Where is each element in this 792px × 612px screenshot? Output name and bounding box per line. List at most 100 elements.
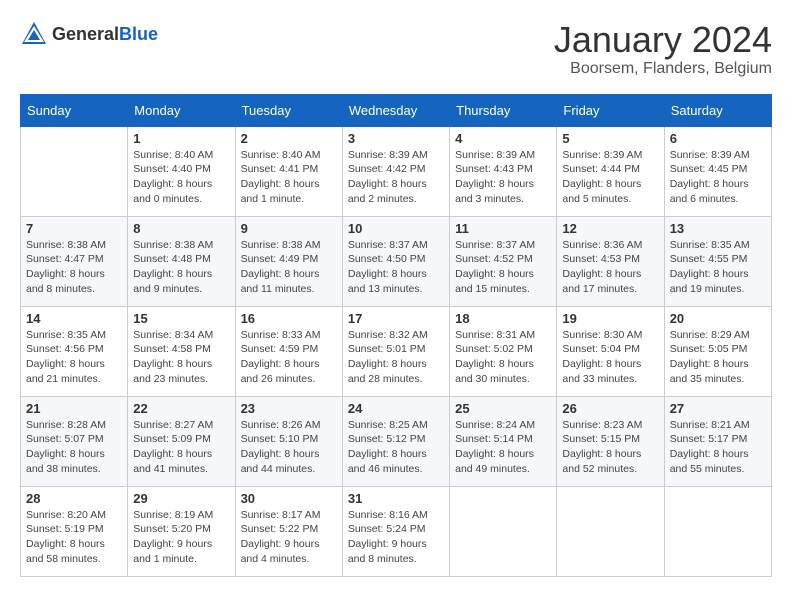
calendar-cell: 12 Sunrise: 8:36 AMSunset: 4:53 PMDayligh… — [557, 216, 664, 306]
calendar-cell: 17Sunrise: 8:32 AMSunset: 5:01 PMDayligh… — [342, 306, 449, 396]
week-row-5: 28 Sunrise: 8:20 AMSunset: 5:19 PMDayligh… — [21, 486, 772, 576]
logo-icon — [20, 20, 48, 48]
weekday-header-sunday: Sunday — [21, 94, 128, 126]
day-info: Sunrise: 8:17 AMSunset: 5:22 PMDaylight:… — [241, 508, 337, 567]
day-number: 16 — [241, 311, 337, 326]
day-info: Sunrise: 8:33 AMSunset: 4:59 PMDaylight:… — [241, 328, 337, 387]
day-number: 13 — [670, 221, 766, 236]
day-number: 23 — [241, 401, 337, 416]
day-info: Sunrise: 8:35 AMSunset: 4:56 PMDaylight:… — [26, 328, 122, 387]
day-number: 25 — [455, 401, 551, 416]
calendar-cell: 23 Sunrise: 8:26 AMSunset: 5:10 PMDayligh… — [235, 396, 342, 486]
calendar-cell: 29 Sunrise: 8:19 AMSunset: 5:20 PMDayligh… — [128, 486, 235, 576]
day-number: 24 — [348, 401, 444, 416]
day-number: 18 — [455, 311, 551, 326]
day-number: 1 — [133, 131, 229, 146]
day-info: Sunrise: 8:24 AMSunset: 5:14 PMDaylight:… — [455, 418, 551, 477]
day-number: 11 — [455, 221, 551, 236]
calendar-cell: 20 Sunrise: 8:29 AMSunset: 5:05 PMDayligh… — [664, 306, 771, 396]
calendar-cell: 31 Sunrise: 8:16 AMSunset: 5:24 PMDayligh… — [342, 486, 449, 576]
day-number: 19 — [562, 311, 658, 326]
calendar-cell — [21, 126, 128, 216]
day-info: Sunrise: 8:36 AMSunset: 4:53 PMDaylight:… — [562, 238, 658, 297]
day-info: Sunrise: 8:21 AMSunset: 5:17 PMDaylight:… — [670, 418, 766, 477]
calendar-cell: 4Sunrise: 8:39 AMSunset: 4:43 PMDaylight… — [450, 126, 557, 216]
day-number: 22 — [133, 401, 229, 416]
day-number: 7 — [26, 221, 122, 236]
calendar-cell: 6 Sunrise: 8:39 AMSunset: 4:45 PMDaylight… — [664, 126, 771, 216]
calendar-cell: 21 Sunrise: 8:28 AMSunset: 5:07 PMDayligh… — [21, 396, 128, 486]
day-info: Sunrise: 8:26 AMSunset: 5:10 PMDaylight:… — [241, 418, 337, 477]
day-number: 28 — [26, 491, 122, 506]
calendar-cell: 14 Sunrise: 8:35 AMSunset: 4:56 PMDayligh… — [21, 306, 128, 396]
calendar-cell: 11Sunrise: 8:37 AMSunset: 4:52 PMDayligh… — [450, 216, 557, 306]
day-info: Sunrise: 8:38 AMSunset: 4:47 PMDaylight:… — [26, 238, 122, 297]
calendar-cell: 19 Sunrise: 8:30 AMSunset: 5:04 PMDayligh… — [557, 306, 664, 396]
calendar-table: SundayMondayTuesdayWednesdayThursdayFrid… — [20, 94, 772, 577]
calendar-cell: 3Sunrise: 8:39 AMSunset: 4:42 PMDaylight… — [342, 126, 449, 216]
week-row-2: 7 Sunrise: 8:38 AMSunset: 4:47 PMDaylight… — [21, 216, 772, 306]
day-info: Sunrise: 8:23 AMSunset: 5:15 PMDaylight:… — [562, 418, 658, 477]
calendar-cell: 26Sunrise: 8:23 AMSunset: 5:15 PMDayligh… — [557, 396, 664, 486]
day-number: 2 — [241, 131, 337, 146]
calendar-cell — [557, 486, 664, 576]
calendar-cell: 16 Sunrise: 8:33 AMSunset: 4:59 PMDayligh… — [235, 306, 342, 396]
calendar-cell: 13Sunrise: 8:35 AMSunset: 4:55 PMDayligh… — [664, 216, 771, 306]
day-info: Sunrise: 8:29 AMSunset: 5:05 PMDaylight:… — [670, 328, 766, 387]
day-info: Sunrise: 8:39 AMSunset: 4:45 PMDaylight:… — [670, 148, 766, 207]
day-number: 29 — [133, 491, 229, 506]
day-info: Sunrise: 8:16 AMSunset: 5:24 PMDaylight:… — [348, 508, 444, 567]
day-info: Sunrise: 8:40 AMSunset: 4:40 PMDaylight:… — [133, 148, 229, 207]
page-header: GeneralBlue January 2024 Boorsem, Flande… — [20, 20, 772, 78]
day-number: 12 — [562, 221, 658, 236]
day-number: 20 — [670, 311, 766, 326]
week-row-1: 1 Sunrise: 8:40 AMSunset: 4:40 PMDaylight… — [21, 126, 772, 216]
calendar-cell: 7 Sunrise: 8:38 AMSunset: 4:47 PMDaylight… — [21, 216, 128, 306]
day-number: 14 — [26, 311, 122, 326]
calendar-cell: 28 Sunrise: 8:20 AMSunset: 5:19 PMDayligh… — [21, 486, 128, 576]
day-info: Sunrise: 8:38 AMSunset: 4:49 PMDaylight:… — [241, 238, 337, 297]
calendar-cell — [664, 486, 771, 576]
day-info: Sunrise: 8:30 AMSunset: 5:04 PMDaylight:… — [562, 328, 658, 387]
day-info: Sunrise: 8:28 AMSunset: 5:07 PMDaylight:… — [26, 418, 122, 477]
day-info: Sunrise: 8:40 AMSunset: 4:41 PMDaylight:… — [241, 148, 337, 207]
calendar-cell: 24 Sunrise: 8:25 AMSunset: 5:12 PMDayligh… — [342, 396, 449, 486]
day-number: 10 — [348, 221, 444, 236]
day-info: Sunrise: 8:39 AMSunset: 4:44 PMDaylight:… — [562, 148, 658, 207]
calendar-cell: 18 Sunrise: 8:31 AMSunset: 5:02 PMDayligh… — [450, 306, 557, 396]
calendar-cell: 15 Sunrise: 8:34 AMSunset: 4:58 PMDayligh… — [128, 306, 235, 396]
day-number: 8 — [133, 221, 229, 236]
day-info: Sunrise: 8:39 AMSunset: 4:43 PMDaylight:… — [455, 148, 551, 207]
day-number: 31 — [348, 491, 444, 506]
calendar-cell: 25 Sunrise: 8:24 AMSunset: 5:14 PMDayligh… — [450, 396, 557, 486]
weekday-header-wednesday: Wednesday — [342, 94, 449, 126]
day-info: Sunrise: 8:38 AMSunset: 4:48 PMDaylight:… — [133, 238, 229, 297]
weekday-header-tuesday: Tuesday — [235, 94, 342, 126]
day-info: Sunrise: 8:34 AMSunset: 4:58 PMDaylight:… — [133, 328, 229, 387]
day-number: 17 — [348, 311, 444, 326]
day-info: Sunrise: 8:31 AMSunset: 5:02 PMDaylight:… — [455, 328, 551, 387]
month-title: January 2024 — [554, 20, 772, 60]
day-number: 27 — [670, 401, 766, 416]
day-number: 21 — [26, 401, 122, 416]
day-info: Sunrise: 8:37 AMSunset: 4:50 PMDaylight:… — [348, 238, 444, 297]
weekday-header-saturday: Saturday — [664, 94, 771, 126]
day-number: 30 — [241, 491, 337, 506]
calendar-cell — [450, 486, 557, 576]
location-text: Boorsem, Flanders, Belgium — [554, 60, 772, 78]
title-area: January 2024 Boorsem, Flanders, Belgium — [554, 20, 772, 78]
calendar-cell: 30 Sunrise: 8:17 AMSunset: 5:22 PMDayligh… — [235, 486, 342, 576]
day-info: Sunrise: 8:39 AMSunset: 4:42 PMDaylight:… — [348, 148, 444, 207]
calendar-cell: 9Sunrise: 8:38 AMSunset: 4:49 PMDaylight… — [235, 216, 342, 306]
day-number: 15 — [133, 311, 229, 326]
day-number: 5 — [562, 131, 658, 146]
day-info: Sunrise: 8:27 AMSunset: 5:09 PMDaylight:… — [133, 418, 229, 477]
day-info: Sunrise: 8:25 AMSunset: 5:12 PMDaylight:… — [348, 418, 444, 477]
week-row-4: 21 Sunrise: 8:28 AMSunset: 5:07 PMDayligh… — [21, 396, 772, 486]
day-info: Sunrise: 8:20 AMSunset: 5:19 PMDaylight:… — [26, 508, 122, 567]
calendar-cell: 22 Sunrise: 8:27 AMSunset: 5:09 PMDayligh… — [128, 396, 235, 486]
weekday-header-friday: Friday — [557, 94, 664, 126]
logo: GeneralBlue — [20, 20, 158, 48]
day-number: 6 — [670, 131, 766, 146]
day-info: Sunrise: 8:19 AMSunset: 5:20 PMDaylight:… — [133, 508, 229, 567]
